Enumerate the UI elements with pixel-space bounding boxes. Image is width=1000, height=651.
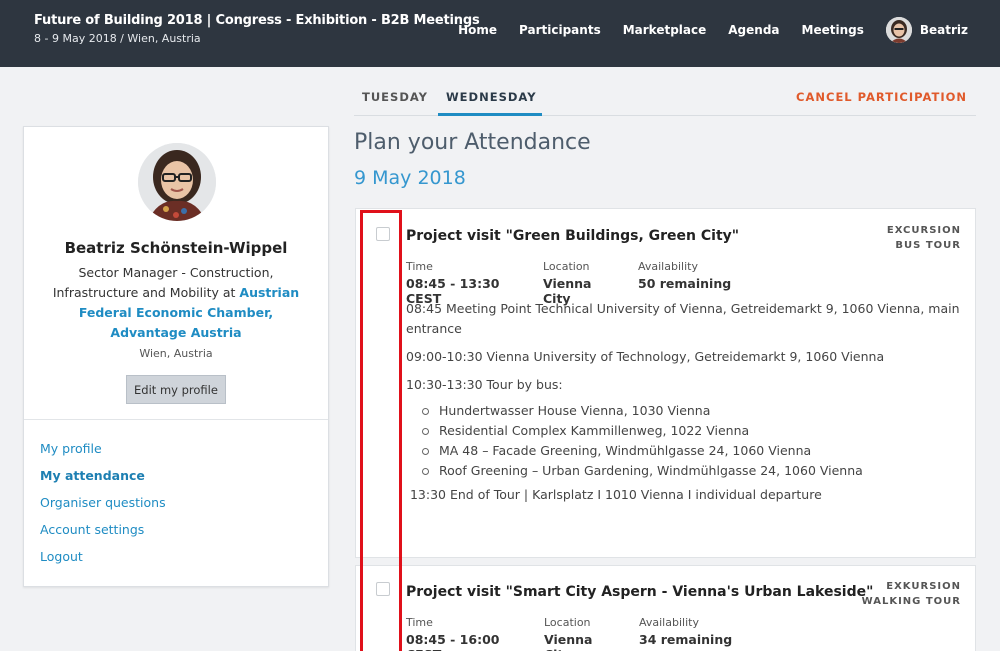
session-tag-type: EXKURSION bbox=[886, 581, 961, 592]
location-label: Location bbox=[543, 260, 590, 273]
cancel-participation-button[interactable]: CANCEL PARTICIPATION bbox=[796, 90, 967, 104]
user-avatar bbox=[885, 17, 912, 43]
avatar bbox=[138, 143, 216, 221]
day-tabs: TUESDAY WEDNESDAY CANCEL PARTICIPATION bbox=[354, 82, 976, 116]
user-name: Beatriz bbox=[919, 23, 968, 37]
main-nav: Home Participants Marketplace Agenda Mee… bbox=[436, 0, 1000, 60]
profile-menu: My profile My attendance Organiser quest… bbox=[40, 439, 166, 574]
menu-my-attendance[interactable]: My attendance bbox=[40, 466, 166, 493]
session-card: Project visit "Green Buildings, Green Ci… bbox=[355, 208, 976, 558]
nav-home[interactable]: Home bbox=[458, 23, 497, 37]
avatar-image bbox=[138, 143, 216, 221]
avatar-image bbox=[885, 17, 912, 43]
edit-profile-button[interactable]: Edit my profile bbox=[126, 375, 226, 404]
profile-location: Wien, Austria bbox=[139, 347, 213, 360]
session-title: Project visit "Smart City Aspern - Vienn… bbox=[406, 584, 874, 600]
session-tag: EXCURSION BUS TOUR bbox=[887, 223, 961, 253]
event-title[interactable]: Future of Building 2018 | Congress - Exh… bbox=[34, 13, 480, 28]
list-item: Hundertwasser House Vienna, 1030 Vienna bbox=[422, 401, 966, 421]
tour-stop-list: Hundertwasser House Vienna, 1030 Vienna … bbox=[406, 401, 966, 481]
page-title: Plan your Attendance bbox=[354, 130, 591, 155]
description-line: 08:45 Meeting Point Technical University… bbox=[406, 301, 960, 336]
menu-my-profile[interactable]: My profile bbox=[40, 439, 166, 466]
nav-participants[interactable]: Participants bbox=[519, 23, 601, 37]
page-date: 9 May 2018 bbox=[354, 167, 466, 189]
nav-meetings[interactable]: Meetings bbox=[802, 23, 864, 37]
menu-account-settings[interactable]: Account settings bbox=[40, 520, 166, 547]
session-tag-subtype: BUS TOUR bbox=[895, 240, 961, 251]
top-bar: Future of Building 2018 | Congress - Exh… bbox=[0, 0, 1000, 67]
menu-organiser-questions[interactable]: Organiser questions bbox=[40, 493, 166, 520]
meta-location: Location Vienna City bbox=[544, 616, 619, 651]
event-subtitle: 8 - 9 May 2018 / Wien, Austria bbox=[34, 32, 201, 45]
description-line: 13:30 End of Tour | Karlsplatz I 1010 Vi… bbox=[406, 487, 822, 502]
nav-agenda[interactable]: Agenda bbox=[728, 23, 779, 37]
profile-name: Beatriz Schönstein-Wippel bbox=[64, 239, 288, 257]
session-tag-type: EXCURSION bbox=[886, 225, 961, 236]
description-line: 09:00-10:30 Vienna University of Technol… bbox=[406, 349, 885, 364]
location-label: Location bbox=[544, 616, 591, 629]
profile-card: Beatriz Schönstein-Wippel Sector Manager… bbox=[23, 126, 329, 587]
list-item: MA 48 – Facade Greening, Windmühlgasse 2… bbox=[422, 441, 966, 461]
session-meta: Time 08:45 - 16:00 CEST Location Vienna … bbox=[406, 616, 752, 651]
active-tab-indicator bbox=[438, 113, 542, 116]
location-value: Vienna City bbox=[544, 632, 593, 651]
time-value: 08:45 - 16:00 CEST bbox=[406, 632, 500, 651]
time-label: Time bbox=[406, 260, 433, 273]
list-item: Roof Greening – Urban Gardening, Windmüh… bbox=[422, 461, 966, 481]
session-title: Project visit "Green Buildings, Green Ci… bbox=[406, 228, 740, 244]
availability-label: Availability bbox=[639, 616, 699, 629]
list-item: Residential Complex Kammillenweg, 1022 V… bbox=[422, 421, 966, 441]
availability-value: 34 remaining bbox=[639, 632, 733, 647]
profile-role: Sector Manager - Construction, Infrastru… bbox=[44, 263, 308, 343]
tab-tuesday[interactable]: TUESDAY bbox=[362, 90, 428, 104]
availability-value: 50 remaining bbox=[638, 276, 732, 291]
description-line: 10:30-13:30 Tour by bus: bbox=[406, 377, 563, 392]
session-checkbox[interactable] bbox=[376, 227, 390, 241]
nav-marketplace[interactable]: Marketplace bbox=[623, 23, 707, 37]
session-tag-subtype: WALKING TOUR bbox=[861, 596, 961, 607]
time-label: Time bbox=[406, 616, 433, 629]
session-card: Project visit "Smart City Aspern - Vienn… bbox=[355, 565, 976, 651]
meta-time: Time 08:45 - 16:00 CEST bbox=[406, 616, 524, 651]
meta-availability: Availability 34 remaining bbox=[639, 616, 732, 651]
session-checkbox[interactable] bbox=[376, 582, 390, 596]
session-tag: EXKURSION WALKING TOUR bbox=[862, 579, 961, 609]
session-description: 08:45 Meeting Point Technical University… bbox=[406, 299, 966, 513]
user-menu[interactable]: Beatriz bbox=[885, 17, 968, 43]
availability-label: Availability bbox=[638, 260, 698, 273]
tab-wednesday[interactable]: WEDNESDAY bbox=[446, 90, 537, 104]
divider bbox=[24, 419, 328, 420]
menu-logout[interactable]: Logout bbox=[40, 547, 166, 574]
